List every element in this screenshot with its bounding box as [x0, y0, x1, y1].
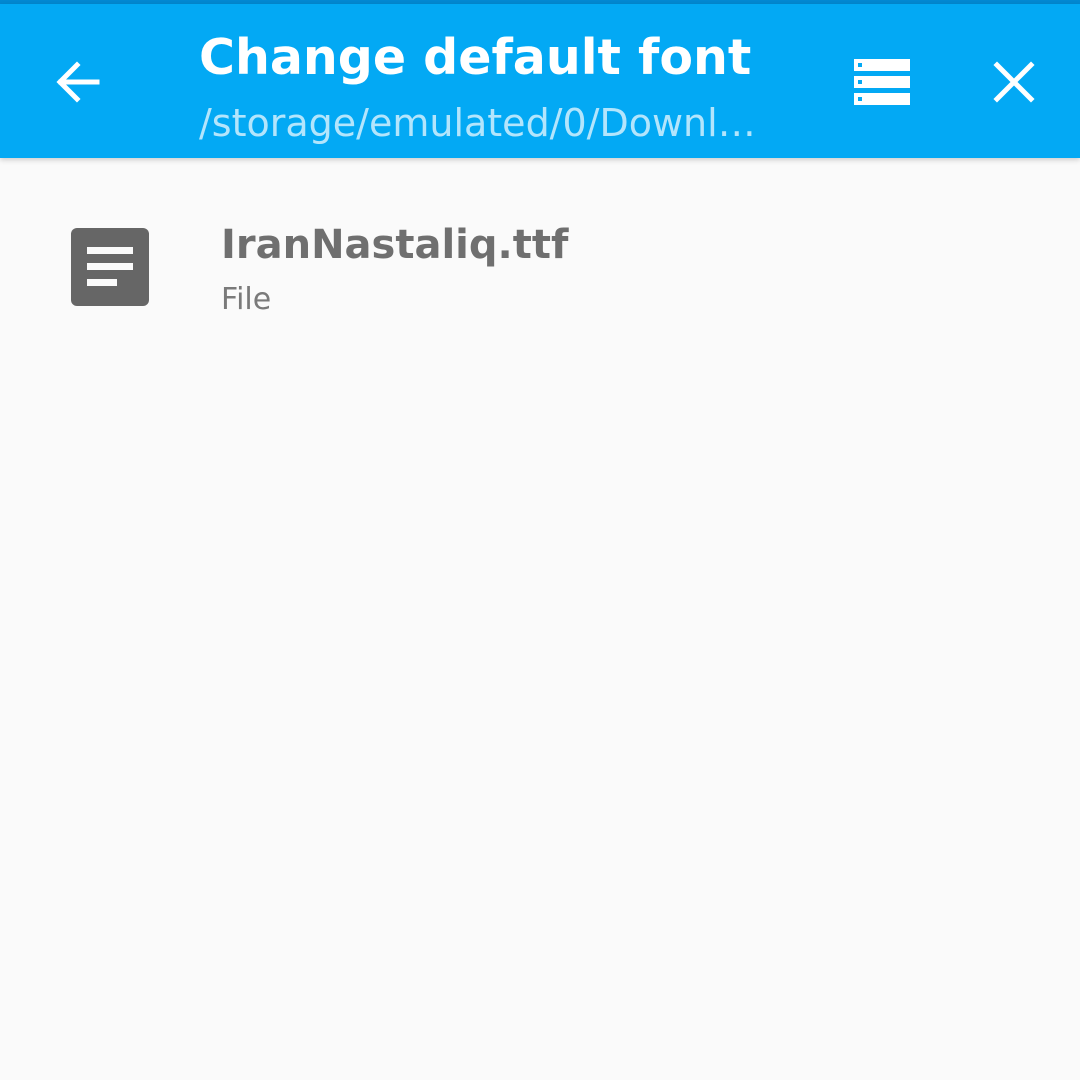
file-name: IranNastaliq.ttf	[221, 222, 569, 268]
file-list: IranNastaliq.ttf File	[0, 158, 1080, 378]
font-picker-screen: Change default font /storage/emulated/0/…	[0, 0, 1080, 1080]
storage-list-icon	[854, 59, 910, 105]
page-title: Change default font	[199, 29, 752, 86]
arrow-back-icon	[56, 61, 100, 103]
close-button[interactable]	[972, 40, 1056, 124]
back-button[interactable]	[36, 40, 120, 124]
storage-button[interactable]	[840, 40, 924, 124]
current-path: /storage/emulated/0/Downl…	[199, 101, 756, 145]
close-icon	[993, 61, 1035, 103]
list-item[interactable]: IranNastaliq.ttf File	[0, 158, 1080, 378]
app-bar: Change default font /storage/emulated/0/…	[0, 4, 1080, 158]
file-type: File	[221, 282, 272, 317]
document-icon	[71, 228, 149, 306]
